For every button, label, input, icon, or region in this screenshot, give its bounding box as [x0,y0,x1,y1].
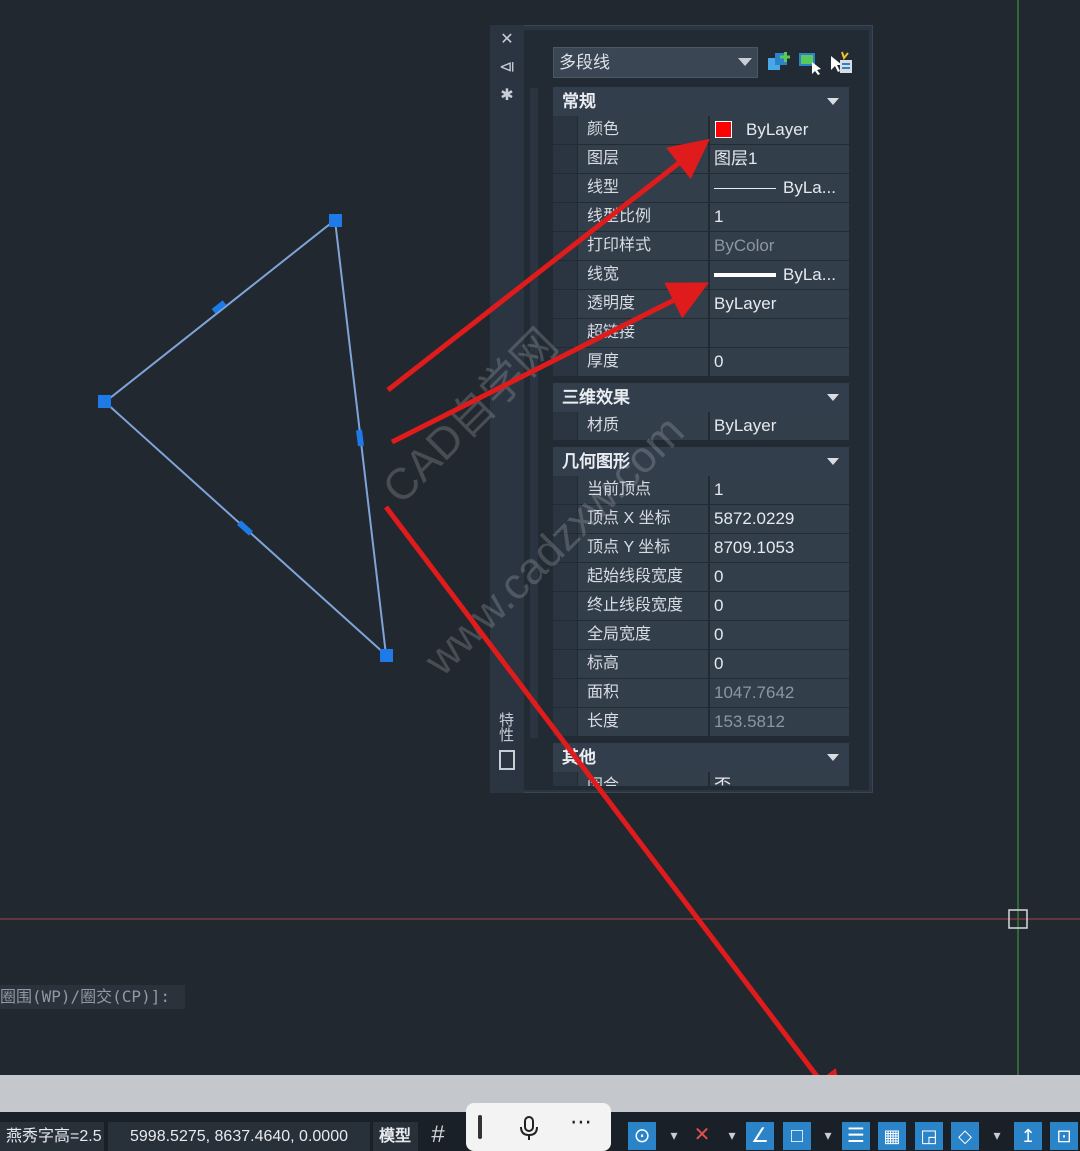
arrow-to-color [386,138,710,392]
microphone-icon[interactable] [518,1115,540,1141]
annotation-arrows [384,138,845,1112]
floating-input-toolbar: ⋯ [466,1103,611,1151]
isolate-objects-icon[interactable]: ⊡ [1050,1122,1078,1150]
annotation-visibility-icon[interactable]: ↥ [1014,1122,1042,1150]
dynamic-ucs-icon[interactable]: □ [783,1122,811,1150]
arrow-to-lineweight [390,282,709,445]
selection-cycling-icon[interactable]: ◲ [915,1122,943,1150]
chevron-down-icon[interactable]: ▾ [718,1121,746,1149]
object-snap-icon[interactable]: ∠ [746,1122,774,1150]
3d-osnap-icon[interactable]: ◇ [951,1122,979,1150]
chevron-down-icon[interactable]: ▾ [660,1121,688,1149]
model-space-button[interactable]: 模型 [373,1122,418,1151]
command-line-prompt[interactable]: 圈围(WP)/圈交(CP)]: [0,985,185,1009]
object-snap-tracking-icon[interactable]: ✕ [688,1121,716,1149]
polar-tracking-icon[interactable]: ⊙ [628,1122,656,1150]
coordinate-readout[interactable]: 5998.5275, 8637.4640, 0.0000 [108,1122,370,1151]
transparency-icon[interactable]: ▦ [878,1122,906,1150]
lineweight-toggle-icon[interactable]: ☰ [842,1122,870,1150]
more-icon[interactable]: ⋯ [570,1109,592,1135]
grid-icon[interactable]: # [424,1121,452,1149]
chevron-down-icon[interactable]: ▾ [814,1121,842,1149]
chevron-down-icon[interactable]: ▾ [983,1121,1011,1149]
text-height-readout: 燕秀字高=2.5 [0,1122,104,1151]
text-cursor-icon[interactable] [478,1115,482,1139]
arrow-to-lineweight-toggle [384,505,845,1112]
